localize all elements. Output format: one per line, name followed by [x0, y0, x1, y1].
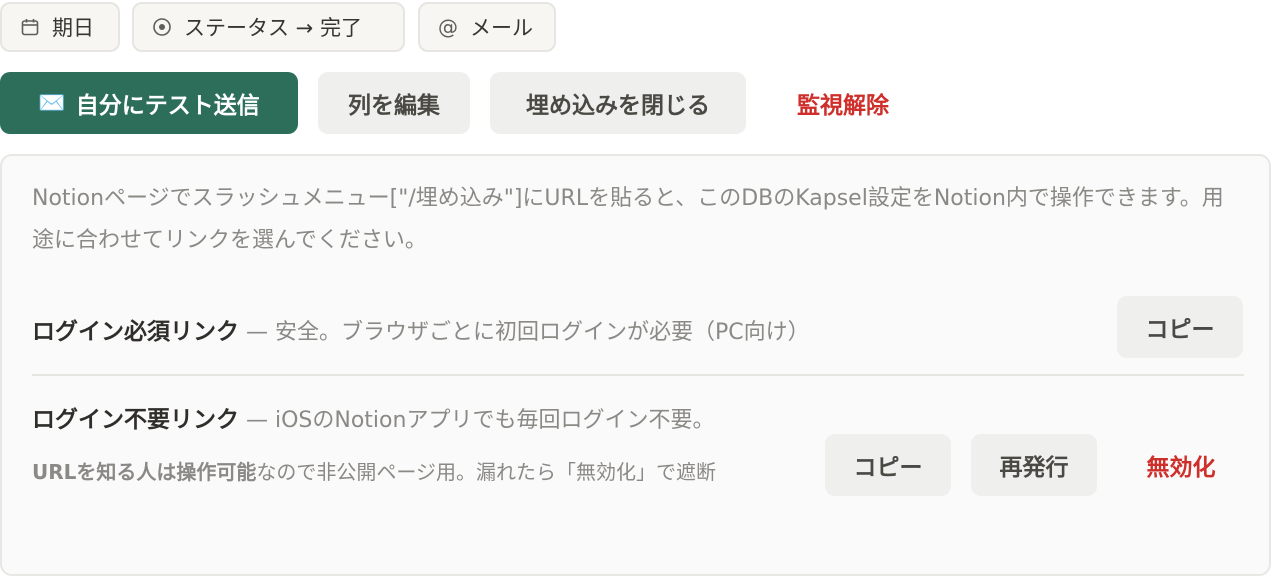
copy-login-required-button[interactable]: コピー	[1117, 296, 1243, 358]
status-target-icon	[152, 17, 172, 37]
no-login-title: ログイン不要リンク	[32, 407, 239, 433]
embed-panel: Notionページでスラッシュメニュー["/埋め込み"]にURLを貼ると、このD…	[0, 154, 1271, 576]
filter-chip-label: 期日	[52, 16, 94, 40]
login-required-title: ログイン必須リンク	[32, 319, 239, 345]
no-login-row: ログイン不要リンク — iOSのNotionアプリでも毎回ログイン不要。	[32, 400, 714, 434]
send-test-button[interactable]: ✉️ 自分にテスト送信	[0, 72, 298, 134]
reissue-button[interactable]: 再発行	[971, 434, 1097, 496]
send-test-label: 自分にテスト送信	[75, 93, 260, 119]
calendar-icon	[20, 17, 40, 37]
login-required-detail: — 安全。ブラウザごとに初回ログインが必要（PC向け）	[239, 320, 810, 345]
close-embed-button[interactable]: 埋め込みを閉じる	[490, 72, 746, 134]
edit-columns-button[interactable]: 列を編集	[318, 72, 470, 134]
filter-chip-label: ステータス → 完了	[184, 16, 362, 40]
envelope-icon: ✉️	[38, 90, 66, 116]
login-required-row: ログイン必須リンク — 安全。ブラウザごとに初回ログインが必要（PC向け）	[32, 312, 810, 346]
warning-strong: URLを知る人は操作可能	[32, 460, 257, 484]
no-login-warning: URLを知る人は操作可能なので非公開ページ用。漏れたら「無効化」で遮断	[32, 448, 812, 497]
at-icon: @	[438, 15, 458, 39]
filter-chip-due-date[interactable]: 期日	[0, 2, 120, 52]
no-login-detail: — iOSのNotionアプリでも毎回ログイン不要。	[239, 408, 715, 433]
copy-no-login-button[interactable]: コピー	[825, 434, 951, 496]
disable-button[interactable]: 無効化	[1122, 434, 1240, 496]
filter-chip-label: メール	[470, 16, 533, 40]
filter-chip-email[interactable]: @ メール	[418, 2, 556, 52]
warning-rest: なので非公開ページ用。漏れたら「無効化」で遮断	[256, 460, 716, 484]
divider	[32, 374, 1244, 376]
embed-description: Notionページでスラッシュメニュー["/埋め込み"]にURLを貼ると、このD…	[32, 186, 1224, 253]
unwatch-button[interactable]: 監視解除	[770, 72, 916, 134]
filter-chip-status[interactable]: ステータス → 完了	[132, 2, 405, 52]
